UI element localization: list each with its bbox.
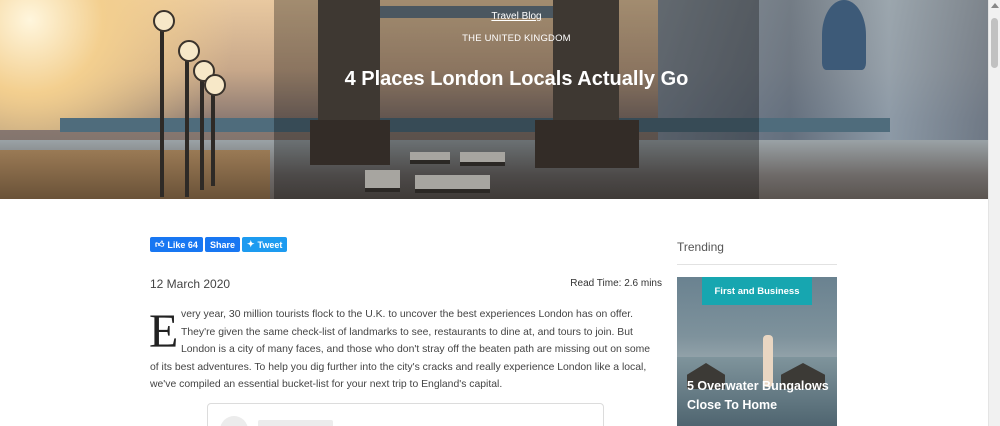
tweet-button[interactable]: ✦ Tweet — [241, 237, 288, 252]
hero-riverside-walk — [0, 150, 270, 199]
card-title[interactable]: 5 Overwater Bungalows Close To Home — [687, 377, 832, 415]
publish-date: 12 March 2020 — [150, 277, 231, 291]
hero-lamp-post — [178, 40, 200, 197]
card-category-badge[interactable]: First and Business — [702, 277, 812, 305]
category-link[interactable]: Travel Blog — [274, 11, 759, 22]
scrollbar-thumb[interactable] — [991, 18, 998, 68]
intro-remaining-lines: of its best adventures. To help you dig … — [150, 361, 647, 391]
avatar — [220, 416, 248, 426]
sidebar-heading: Trending — [677, 240, 724, 254]
hero-gherkin — [822, 0, 866, 70]
social-share-bar: 👍︎ Like 64 Share ✦ Tweet — [150, 237, 288, 252]
scroll-up-arrow-icon[interactable] — [991, 3, 999, 8]
page-scrollbar[interactable] — [988, 0, 1000, 426]
embed-placeholder-line — [258, 420, 333, 426]
hero-title-overlay — [274, 0, 759, 199]
article-intro: very year, 30 million tourists flock to … — [150, 306, 662, 394]
intro-first-lines: very year, 30 million tourists flock to … — [181, 309, 651, 356]
read-time: Read Time: 2.6 mins — [570, 278, 662, 289]
facebook-like-button[interactable]: 👍︎ Like 64 — [150, 237, 203, 252]
hero-banner: Travel Blog THE UNITED KINGDOM 4 Places … — [0, 0, 988, 199]
facebook-share-button[interactable]: Share — [204, 237, 240, 252]
sidebar-divider — [677, 264, 837, 265]
hero-sunlight — [0, 0, 300, 130]
hero-lamp-post — [153, 10, 175, 197]
like-label: Like 64 — [167, 239, 198, 250]
region-label: THE UNITED KINGDOM — [462, 33, 571, 44]
hero-lamp-post — [204, 74, 226, 186]
twitter-bird-icon: ✦ — [246, 239, 255, 249]
thumbs-up-icon: 👍︎ — [155, 239, 165, 249]
share-label: Share — [209, 239, 235, 250]
trending-card[interactable]: First and Business 5 Overwater Bungalows… — [677, 277, 837, 426]
hero-lamp-post — [193, 60, 215, 190]
tweet-label: Tweet — [257, 239, 283, 250]
embedded-post-card[interactable] — [207, 403, 604, 426]
page-title: 4 Places London Locals Actually Go — [344, 68, 689, 90]
